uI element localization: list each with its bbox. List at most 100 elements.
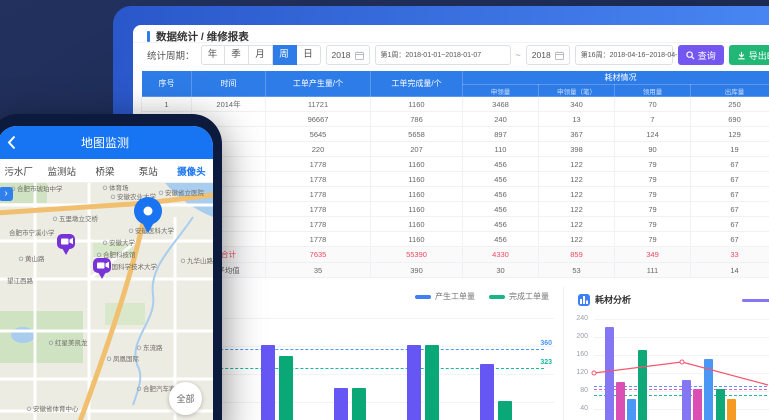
back-icon[interactable] xyxy=(7,135,16,150)
chart-icon xyxy=(578,294,590,306)
end-year-select[interactable]: 2018 xyxy=(526,45,570,65)
phone-tab-泵站[interactable]: 泵站 xyxy=(127,164,170,178)
bar xyxy=(425,345,439,420)
phone-screen: 地图监测 污水厂监测站桥梁泵站摄像头 xyxy=(0,126,213,420)
map-label: 九华山路 xyxy=(187,256,213,265)
consumable-chart-plot xyxy=(594,319,769,420)
download-icon xyxy=(737,51,746,60)
map-label: 中国科学技术大学 xyxy=(105,262,158,271)
show-all-button[interactable]: 全部 xyxy=(169,382,202,415)
filter-bar: 统计周期： 年季月周日 2018 第1周：2018-01-01~2018-01-… xyxy=(147,45,769,65)
report-table: 序号时间工单产生量/个工单完成量/个耗材情况申领量申领量（笔）领用量出库量120… xyxy=(141,70,769,278)
breadcrumb: 数据统计 / 维修报表 xyxy=(147,29,249,44)
table-row: 5177811604561227967 xyxy=(142,157,769,172)
period-option-年[interactable]: 年 xyxy=(201,45,225,65)
export-excel-button[interactable]: 导出Excel xyxy=(729,45,769,65)
map-label: 安徽大学 xyxy=(109,238,136,247)
column-header: 工单产生量/个 xyxy=(266,71,371,97)
group-column-header: 耗材情况 xyxy=(463,71,769,85)
table-row: 296667786240137690 xyxy=(142,112,769,127)
total-row: 合计763555390433085934933 xyxy=(142,247,769,263)
map-label: 望江西路 xyxy=(7,276,34,285)
map-label: 黄山路 xyxy=(25,254,45,263)
sub-column-header: 领用量 xyxy=(615,85,691,97)
map-label: 合肥市琥珀中学 xyxy=(17,184,63,193)
map-label: 五里墩立交桥 xyxy=(59,214,99,223)
period-option-月[interactable]: 月 xyxy=(249,45,273,65)
bar xyxy=(279,356,293,420)
bar xyxy=(352,388,366,420)
bar xyxy=(334,388,348,420)
start-week-input[interactable]: 第1周：2018-01-01~2018-01-07 xyxy=(375,45,511,65)
map-label: 安徽省体育中心 xyxy=(33,404,79,413)
dashboard-panel: 数据统计 / 维修报表 统计周期： 年季月周日 2018 第1周：2018-01… xyxy=(133,25,769,420)
consumable-chart-title: 耗材分析 xyxy=(595,293,631,306)
map-label: 红星美凯龙 xyxy=(55,338,88,347)
phone-tab-监测站[interactable]: 监测站 xyxy=(40,164,83,178)
map-label: 凤凰国际 xyxy=(113,354,140,363)
period-option-周[interactable]: 周 xyxy=(273,45,297,65)
table-row: 42202071103989019 xyxy=(142,142,769,157)
page: 数据统计 / 维修报表 统计周期： 年季月周日 2018 第1周：2018-01… xyxy=(0,0,769,420)
consumable-chart-header: 耗材分析 xyxy=(578,293,631,306)
consumable-chart-card: 耗材分析 2402001601208040 xyxy=(563,287,769,420)
legend-item-completed: 完成工单量 xyxy=(489,291,549,302)
phone-page-title: 地图监测 xyxy=(81,134,129,151)
y-axis-tick: 200 xyxy=(564,333,588,340)
sub-column-header: 申领量（笔） xyxy=(539,85,615,97)
table-row: 9177811604561227967 xyxy=(142,217,769,232)
phone-tab-bar: 污水厂监测站桥梁泵站摄像头 xyxy=(0,159,213,183)
period-segmented-control: 年季月周日 xyxy=(201,45,321,65)
y-axis-tick: 80 xyxy=(564,387,588,394)
column-header: 工单完成量/个 xyxy=(371,71,463,97)
search-button[interactable]: 查询 xyxy=(678,45,724,65)
phone-tab-桥梁[interactable]: 桥梁 xyxy=(83,164,126,178)
phone-mockup: 地图监测 污水厂监测站桥梁泵站摄像头 xyxy=(0,114,222,420)
range-separator: ~ xyxy=(516,50,521,60)
trend-line xyxy=(594,319,769,420)
breadcrumb-text: 数据统计 / 维修报表 xyxy=(156,29,249,44)
map-label: 合肥科技馆 xyxy=(103,250,136,259)
table-row: 10177811604561227967 xyxy=(142,232,769,247)
period-option-日[interactable]: 日 xyxy=(297,45,321,65)
period-option-季[interactable]: 季 xyxy=(225,45,249,65)
y-axis-tick: 40 xyxy=(564,405,588,412)
map-label: 合肥市宁溪小学 xyxy=(9,228,55,237)
map-label: 东流路 xyxy=(143,343,163,352)
map-label: 安徽省立医院 xyxy=(165,188,205,197)
map-label: 体育场 xyxy=(109,183,129,192)
column-header: 序号 xyxy=(142,71,192,97)
charts-section: 产生工单量 完成工单量 360323 耗材分析 xyxy=(133,287,769,420)
end-week-input[interactable]: 第16周：2018-04-16~2018-04-22 xyxy=(575,45,673,65)
legend-item-generated: 产生工单量 xyxy=(415,291,475,302)
bar xyxy=(407,345,421,420)
table-row: 12014年117211160346834070250 xyxy=(142,97,769,112)
phone-header: 地图监测 xyxy=(0,126,213,159)
bar xyxy=(261,345,275,420)
sub-column-header: 出库量 xyxy=(691,85,769,97)
y-axis-tick: 120 xyxy=(564,369,588,376)
legend-swatch xyxy=(489,295,505,299)
phone-tab-摄像头[interactable]: 摄像头 xyxy=(170,164,213,178)
search-icon xyxy=(686,51,695,60)
bar xyxy=(480,364,494,420)
bar xyxy=(498,401,512,420)
column-header: 时间 xyxy=(192,71,266,97)
period-label: 统计周期： xyxy=(147,48,195,62)
consumable-legend-swatch xyxy=(742,299,769,302)
calendar-icon xyxy=(555,51,564,60)
table-row: 356455658897367124129 xyxy=(142,127,769,142)
chart-legend: 产生工单量 完成工单量 xyxy=(415,291,549,302)
table-row: 7177811604561227967 xyxy=(142,187,769,202)
expand-panel-button[interactable]: › xyxy=(0,187,13,201)
map-container: 合肥市琥珀中学体育场安徽农业大学安徽省立医院五里墩立交桥合肥市宁溪小学安徽医科大… xyxy=(0,183,213,420)
start-year-select[interactable]: 2018 xyxy=(326,45,370,65)
table-row: 8177811604561227967 xyxy=(142,202,769,217)
legend-swatch xyxy=(415,295,431,299)
map-label: 安徽医科大学 xyxy=(135,226,175,235)
average-row: 平均值35390305311114 xyxy=(142,263,769,278)
breadcrumb-accent-bar xyxy=(147,31,150,42)
sub-column-header: 申领量 xyxy=(463,85,539,97)
phone-tab-污水厂[interactable]: 污水厂 xyxy=(0,164,40,178)
calendar-icon xyxy=(355,51,364,60)
